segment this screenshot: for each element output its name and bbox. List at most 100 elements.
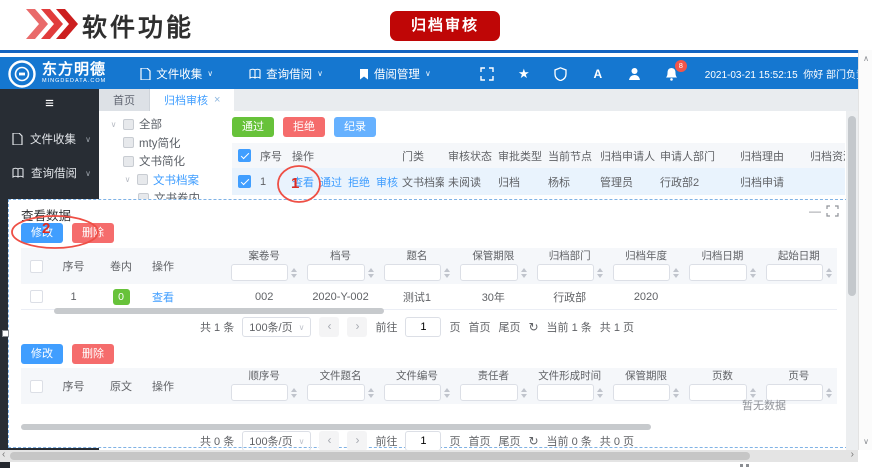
review-table-row[interactable]: 1 查看通过拒绝审核记录 文书档案 未阅读 归档 杨标 管理员 行政部2 归档申… xyxy=(232,168,845,195)
row-checkbox[interactable] xyxy=(238,175,251,188)
select-all-checkbox[interactable] xyxy=(238,149,251,162)
sort-carets-icon[interactable] xyxy=(521,388,527,398)
tab-home[interactable]: 首页 xyxy=(99,89,150,111)
sort-carets-icon[interactable] xyxy=(368,268,374,278)
refresh-icon[interactable]: ↻ xyxy=(528,434,538,448)
sort-carets-icon[interactable] xyxy=(291,388,297,398)
chevron-down-icon[interactable]: ∨ xyxy=(123,175,132,184)
volume-table-row[interactable]: 1 0 查看 002 2020-Y-002 测试1 30年 行政部 2020 xyxy=(21,284,837,310)
fullscreen-icon[interactable] xyxy=(479,66,495,82)
sort-carets-icon[interactable] xyxy=(673,388,679,398)
sort-carets-icon[interactable] xyxy=(750,268,756,278)
bell-icon[interactable]: 8 xyxy=(664,66,680,82)
sort-carets-icon[interactable] xyxy=(444,388,450,398)
nav-menu-file-collect[interactable]: 文件收集 ∨ xyxy=(140,66,213,82)
sort-carets-icon[interactable] xyxy=(597,268,603,278)
filter-input[interactable] xyxy=(384,384,441,401)
record-button[interactable]: 纪录 xyxy=(334,117,376,137)
sort-carets-icon[interactable] xyxy=(291,268,297,278)
modify-button[interactable]: 修改 xyxy=(21,223,63,243)
scroll-up-arrow[interactable]: ∧ xyxy=(859,54,872,63)
filter-input[interactable] xyxy=(766,264,823,281)
horizontal-scrollbar-thumb[interactable] xyxy=(54,308,384,314)
outer-horizontal-scrollbar[interactable]: ‹ › xyxy=(0,450,858,462)
sort-carets-icon[interactable] xyxy=(826,388,832,398)
view-link[interactable]: 查看 xyxy=(152,292,174,304)
sort-carets-icon[interactable] xyxy=(521,268,527,278)
tree-node-mty[interactable]: mty简化 xyxy=(109,134,229,153)
font-size-icon[interactable]: A xyxy=(590,66,606,82)
last-page-link[interactable]: 尾页 xyxy=(498,433,520,449)
sidebar-item-query-borrow[interactable]: 查询借阅 ∨ xyxy=(0,156,99,190)
refresh-icon[interactable]: ↻ xyxy=(528,320,538,334)
filter-input[interactable] xyxy=(231,384,288,401)
col-header: 归档资源 xyxy=(806,148,845,164)
filter-input[interactable] xyxy=(537,384,594,401)
last-page-link[interactable]: 尾页 xyxy=(498,319,520,335)
shield-icon[interactable] xyxy=(553,66,569,82)
filter-input[interactable] xyxy=(613,384,670,401)
tree-node-doc-archive[interactable]: ∨ 文书档案 xyxy=(109,171,229,190)
tab-archive-review[interactable]: 归档审核 × xyxy=(150,89,234,111)
view-link[interactable]: 查看 xyxy=(292,177,314,189)
next-page-button[interactable]: › xyxy=(347,317,367,337)
page-size-select[interactable]: 100条/页∨ xyxy=(242,317,311,337)
filter-input[interactable] xyxy=(384,264,441,281)
horizontal-scrollbar-thumb[interactable] xyxy=(21,424,651,430)
star-icon[interactable]: ★ xyxy=(516,66,532,82)
filter-input[interactable] xyxy=(613,264,670,281)
sort-carets-icon[interactable] xyxy=(826,268,832,278)
filter-input[interactable] xyxy=(307,384,364,401)
sort-carets-icon[interactable] xyxy=(444,268,450,278)
filter-input[interactable] xyxy=(307,264,364,281)
tree-node-doc-simple[interactable]: 文书简化 xyxy=(109,152,229,171)
page-number-input[interactable] xyxy=(405,317,441,337)
sort-carets-icon[interactable] xyxy=(368,388,374,398)
filter-input[interactable] xyxy=(537,264,594,281)
sidebar-item-file-collect[interactable]: 文件收集 ∨ xyxy=(0,122,99,156)
inner-count-badge[interactable]: 0 xyxy=(113,289,130,305)
user-icon[interactable] xyxy=(627,66,643,82)
filter-input[interactable] xyxy=(460,264,517,281)
chevron-down-icon[interactable]: ∨ xyxy=(109,120,118,129)
outer-vertical-scrollbar[interactable]: ∧ ∨ xyxy=(858,50,872,450)
horizontal-scrollbar-thumb[interactable] xyxy=(10,452,750,460)
selection-handle[interactable] xyxy=(2,330,9,337)
approve-link[interactable]: 通过 xyxy=(320,177,342,189)
sidebar-item-label: 文件收集 xyxy=(30,131,76,147)
reject-button[interactable]: 拒绝 xyxy=(283,117,325,137)
scroll-left-arrow[interactable]: ‹ xyxy=(2,449,5,460)
hamburger-icon[interactable]: ≡ xyxy=(0,89,99,122)
nav-menu-borrow-manage[interactable]: 借阅管理 ∨ xyxy=(359,66,431,82)
select-all-checkbox[interactable] xyxy=(30,380,43,393)
page-number-input[interactable] xyxy=(405,431,441,451)
delete-button[interactable]: 删除 xyxy=(72,344,114,364)
nav-menu-query-borrow[interactable]: 查询借阅 ∨ xyxy=(249,66,323,82)
sort-carets-icon[interactable] xyxy=(673,268,679,278)
next-page-button[interactable]: › xyxy=(347,431,367,451)
filter-input[interactable] xyxy=(460,384,517,401)
expand-corners-icon[interactable] xyxy=(826,205,839,220)
page-size-select[interactable]: 100条/页∨ xyxy=(242,431,311,451)
audit-record-link[interactable]: 审核记录 xyxy=(376,177,398,189)
scroll-down-arrow[interactable]: ∨ xyxy=(859,437,872,446)
sort-carets-icon[interactable] xyxy=(597,388,603,398)
row-checkbox[interactable] xyxy=(30,290,43,303)
first-page-link[interactable]: 首页 xyxy=(468,319,490,335)
close-icon[interactable]: × xyxy=(214,94,220,106)
reject-link[interactable]: 拒绝 xyxy=(348,177,370,189)
prev-page-button[interactable]: ‹ xyxy=(319,431,339,451)
filter-input[interactable] xyxy=(689,264,746,281)
filter-input[interactable] xyxy=(231,264,288,281)
approve-button[interactable]: 通过 xyxy=(232,117,274,137)
delete-button[interactable]: 删除 xyxy=(72,223,114,243)
scroll-right-arrow[interactable]: › xyxy=(851,449,854,460)
prev-page-button[interactable]: ‹ xyxy=(319,317,339,337)
modify-button[interactable]: 修改 xyxy=(21,344,63,364)
sort-carets-icon[interactable] xyxy=(750,388,756,398)
minimize-icon[interactable]: — xyxy=(809,204,821,218)
select-all-checkbox[interactable] xyxy=(30,260,43,273)
tree-node-all[interactable]: ∨ 全部 xyxy=(109,115,229,134)
first-page-link[interactable]: 首页 xyxy=(468,433,490,449)
inner-vertical-scrollbar[interactable] xyxy=(846,111,858,450)
